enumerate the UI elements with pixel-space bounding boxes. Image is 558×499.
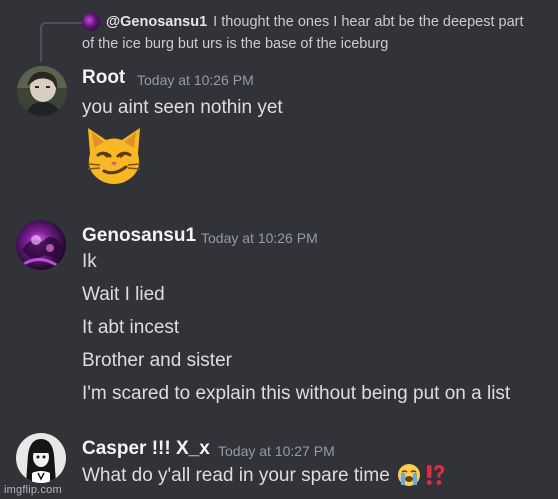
- message-row: What do y'all read in your spare time: [82, 463, 447, 494]
- message-text: you aint seen nothin yet: [82, 97, 283, 118]
- imgflip-watermark: imgflip.com: [4, 484, 62, 496]
- message-timestamp[interactable]: Today at 10:26 PM: [137, 70, 254, 90]
- reply-text-line-2: of the ice burg but urs is the base of t…: [82, 36, 389, 52]
- message-text: I'm scared to explain this without being…: [82, 383, 511, 404]
- loudly-crying-face-emoji[interactable]: [397, 463, 421, 494]
- message-text: What do y'all read in your spare time: [82, 465, 390, 486]
- exclamation-question-mark-emoji[interactable]: [423, 463, 447, 494]
- avatar-casper[interactable]: [16, 433, 66, 483]
- message-timestamp[interactable]: Today at 10:26 PM: [201, 228, 318, 248]
- smirking-cat-emoji[interactable]: [82, 124, 146, 188]
- message-author-casper[interactable]: Casper !!! X_x: [82, 437, 210, 461]
- avatar-genosansu1[interactable]: [16, 220, 66, 270]
- reply-author-name[interactable]: @Genosansu1: [106, 12, 207, 32]
- message-text: Ik: [82, 251, 97, 272]
- reply-connector-line: [40, 22, 82, 62]
- chat-message-list: @Genosansu1 I thought the ones I hear ab…: [0, 0, 558, 499]
- message-text: It abt incest: [82, 317, 180, 338]
- avatar-root[interactable]: [17, 66, 67, 116]
- message-author-root[interactable]: Root: [82, 66, 125, 90]
- message-timestamp[interactable]: Today at 10:27 PM: [218, 441, 335, 461]
- reply-preview[interactable]: @Genosansu1 I thought the ones I hear ab…: [82, 12, 552, 32]
- message-text: Brother and sister: [82, 350, 232, 371]
- message-text: Wait I lied: [82, 284, 165, 305]
- message-author-genosansu1[interactable]: Genosansu1: [82, 224, 196, 248]
- reply-text-line-1: I thought the ones I hear abt be the dee…: [213, 14, 524, 30]
- reply-author-avatar[interactable]: [82, 13, 100, 31]
